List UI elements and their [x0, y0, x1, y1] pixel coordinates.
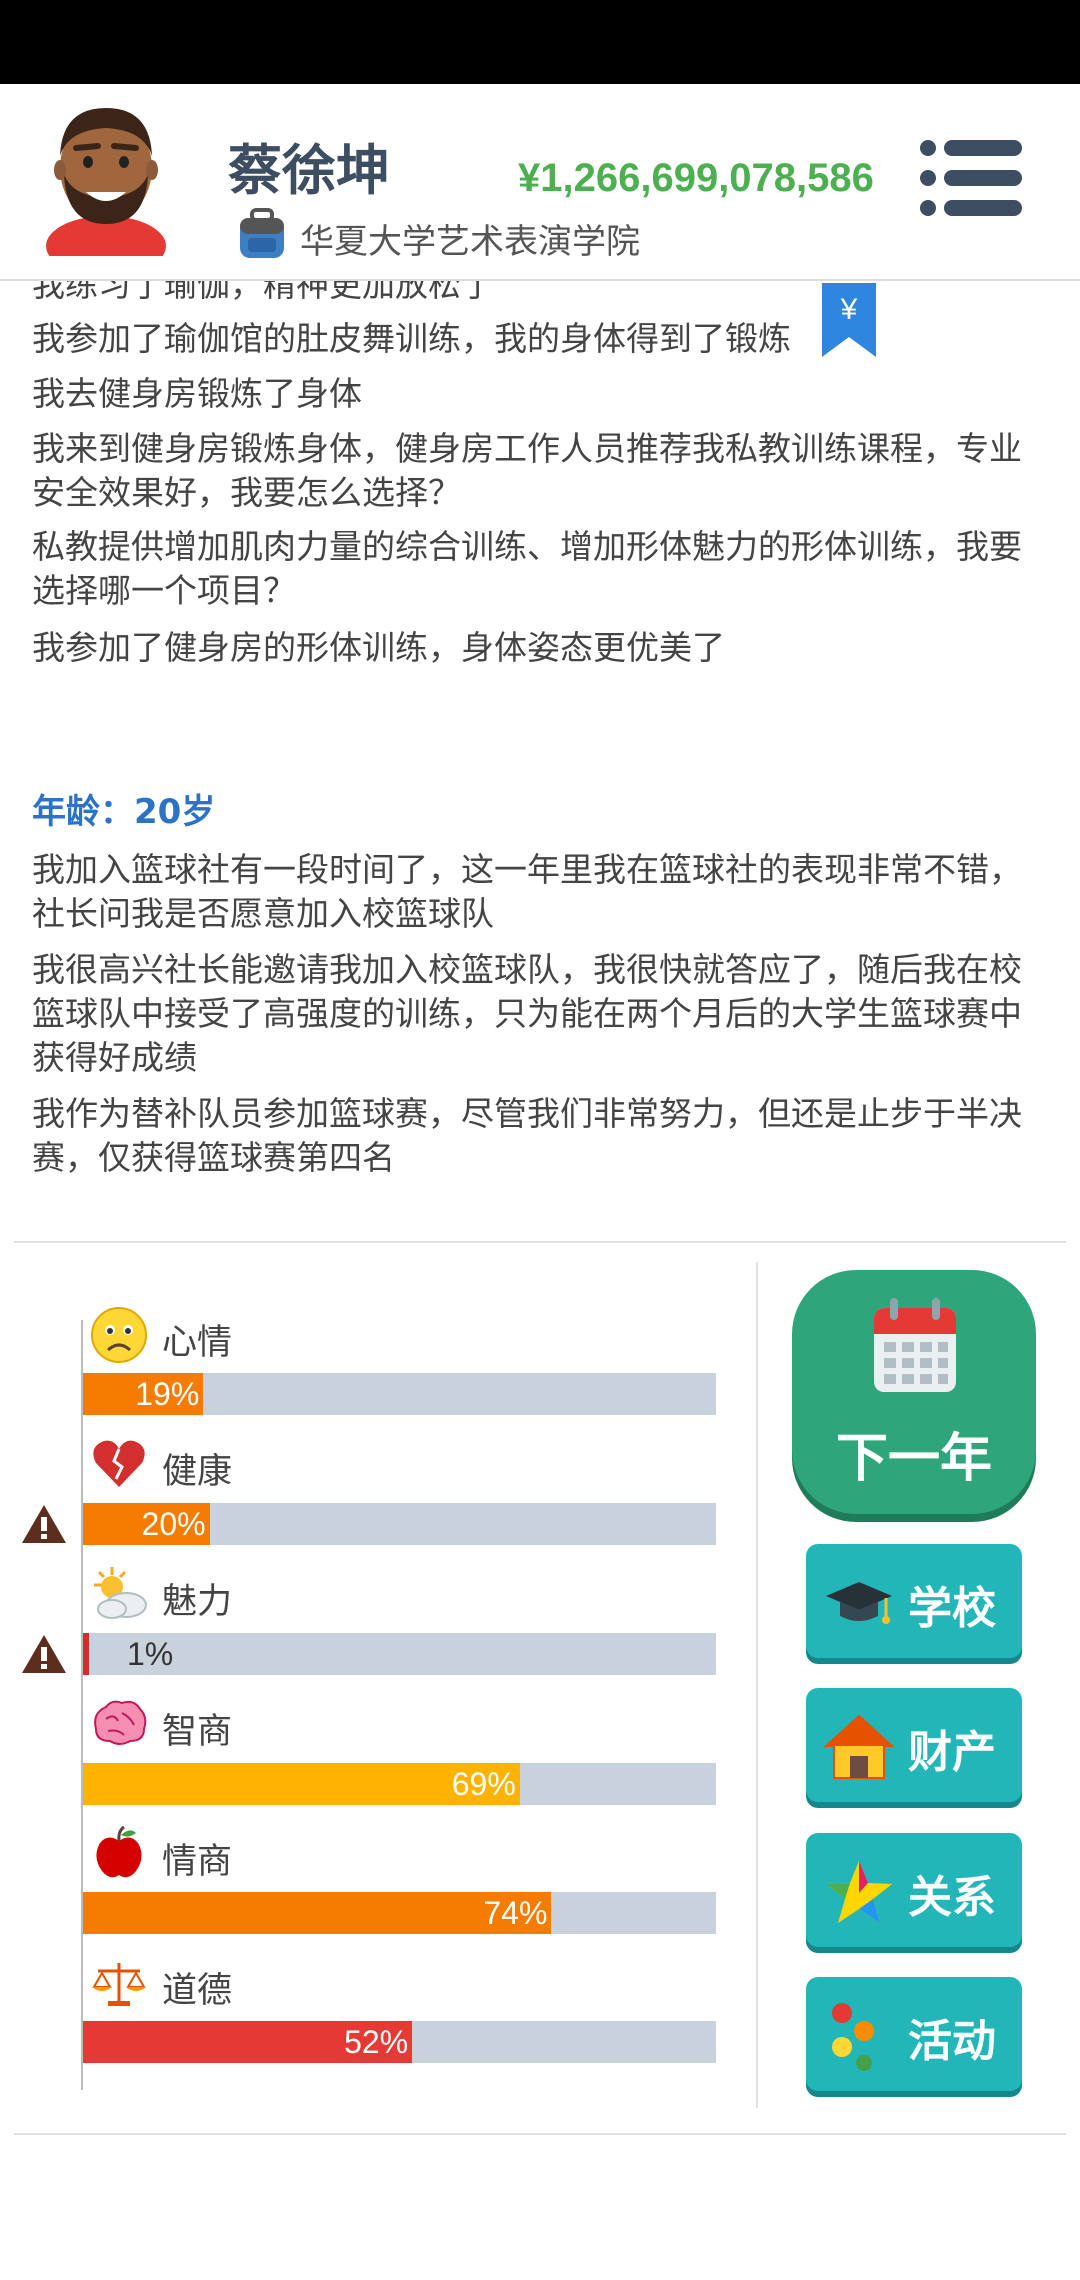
warning-icon	[22, 1505, 66, 1543]
menu-icon[interactable]	[918, 138, 1024, 218]
next-year-label: 下一年	[835, 1429, 992, 1489]
stat-bar-fill: 20%	[83, 1503, 210, 1545]
stat-bar-fill: 74%	[83, 1892, 552, 1934]
divider	[14, 1241, 1066, 1243]
status-bar	[0, 0, 1080, 84]
stat-label-morality: 道德	[162, 1971, 233, 2011]
sun-cloud-icon	[94, 1567, 147, 1619]
school-button-label: 学校	[908, 1583, 996, 1634]
calendar-icon	[874, 1298, 956, 1392]
activities-button-label: 活动	[908, 2016, 996, 2067]
schoolbag-icon	[240, 208, 284, 258]
warning-icon	[22, 1635, 66, 1673]
player-name: 蔡徐坤	[228, 139, 390, 202]
stat-bar-eq: 74%	[83, 1892, 716, 1934]
stat-bar-iq: 69%	[83, 1763, 716, 1805]
stat-percent: 20%	[141, 1506, 206, 1542]
stat-percent: 69%	[451, 1766, 516, 1802]
star-icon	[826, 1861, 892, 1923]
stat-bar-fill	[83, 1633, 90, 1675]
stat-label-health: 健康	[162, 1452, 233, 1492]
relations-button[interactable]: 关系	[806, 1833, 1022, 1947]
stat-label-charm: 魅力	[162, 1582, 233, 1622]
money-bookmark-icon[interactable]: ¥	[822, 283, 876, 357]
apple-icon	[96, 1825, 142, 1878]
school-name: 华夏大学艺术表演学院	[300, 222, 640, 262]
stat-percent: 1%	[127, 1636, 174, 1672]
stat-bar-morality: 52%	[83, 2021, 716, 2063]
stat-percent: 74%	[483, 1895, 548, 1931]
house-icon	[824, 1714, 894, 1779]
sad-face-icon	[91, 1307, 147, 1363]
log-entry: 我参加了健身房的形体训练，身体姿态更优美了	[32, 628, 725, 667]
header: 蔡徐坤 华夏大学艺术表演学院 ¥1,266,699,078,586	[0, 84, 1080, 281]
log-entry: 我练习了瑜伽，精神更加放松了	[32, 281, 494, 304]
graduation-cap-icon	[826, 1582, 892, 1624]
log-entry: 我很高兴社长能邀请我加入校篮球队，我很快就答应了，随后我在校篮球队中接受了高强度…	[32, 950, 1022, 1077]
event-log[interactable]: 我练习了瑜伽，精神更加放松了 我参加了瑜伽馆的肚皮舞训练，我的身体得到了锻炼 我…	[0, 281, 1080, 1241]
stat-label-mood: 心情	[162, 1323, 233, 1363]
avatar[interactable]	[36, 96, 176, 256]
stat-bar-fill: 19%	[83, 1373, 204, 1415]
log-entry: 我作为替补队员参加篮球赛，尽管我们非常努力，但还是止步于半决赛，仅获得篮球赛第四…	[32, 1094, 1022, 1177]
divider	[756, 1262, 758, 2108]
log-entry: 私教提供增加肌肉力量的综合训练、增加形体魅力的形体训练，我要选择哪一个项目？	[32, 527, 1022, 610]
log-entry: 我加入篮球社有一段时间了，这一年里我在篮球社的表现非常不错，社长问我是否愿意加入…	[32, 850, 1022, 933]
stat-label-iq: 智商	[162, 1712, 233, 1752]
property-button-label: 财产	[908, 1727, 996, 1778]
stat-bar-mood: 19%	[83, 1373, 716, 1415]
stat-bar-fill: 69%	[83, 1763, 520, 1805]
stat-bar-health: 20%	[83, 1503, 716, 1545]
relations-button-label: 关系	[908, 1872, 996, 1923]
scales-icon	[92, 1963, 146, 2006]
stat-percent: 19%	[135, 1376, 200, 1412]
brain-icon	[94, 1700, 147, 1745]
bookmark-symbol: ¥	[840, 293, 858, 326]
log-entry: 我去健身房锻炼了身体	[32, 374, 362, 413]
activities-dots-icon	[832, 2003, 874, 2071]
log-entry: 我来到健身房锻炼身体，健身房工作人员推荐我私教训练课程，专业安全效果好，我要怎么…	[32, 429, 1022, 512]
stat-label-eq: 情商	[162, 1842, 233, 1882]
broken-heart-icon	[93, 1440, 145, 1487]
property-button[interactable]: 财产	[806, 1688, 1022, 1802]
age-heading: 年龄：20岁	[32, 792, 216, 832]
activities-button[interactable]: 活动	[806, 1977, 1022, 2091]
stat-bar-fill: 52%	[83, 2021, 413, 2063]
money-balance: ¥1,266,699,078,586	[518, 156, 874, 200]
school-button[interactable]: 学校	[806, 1544, 1022, 1658]
stat-bar-charm: 1%	[83, 1633, 716, 1675]
stats-axis	[81, 1320, 83, 2090]
next-year-button[interactable]: 下一年	[792, 1270, 1036, 1514]
stat-percent: 52%	[344, 2024, 409, 2060]
log-entry: 我参加了瑜伽馆的肚皮舞训练，我的身体得到了锻炼	[32, 319, 791, 358]
divider	[14, 2133, 1066, 2135]
